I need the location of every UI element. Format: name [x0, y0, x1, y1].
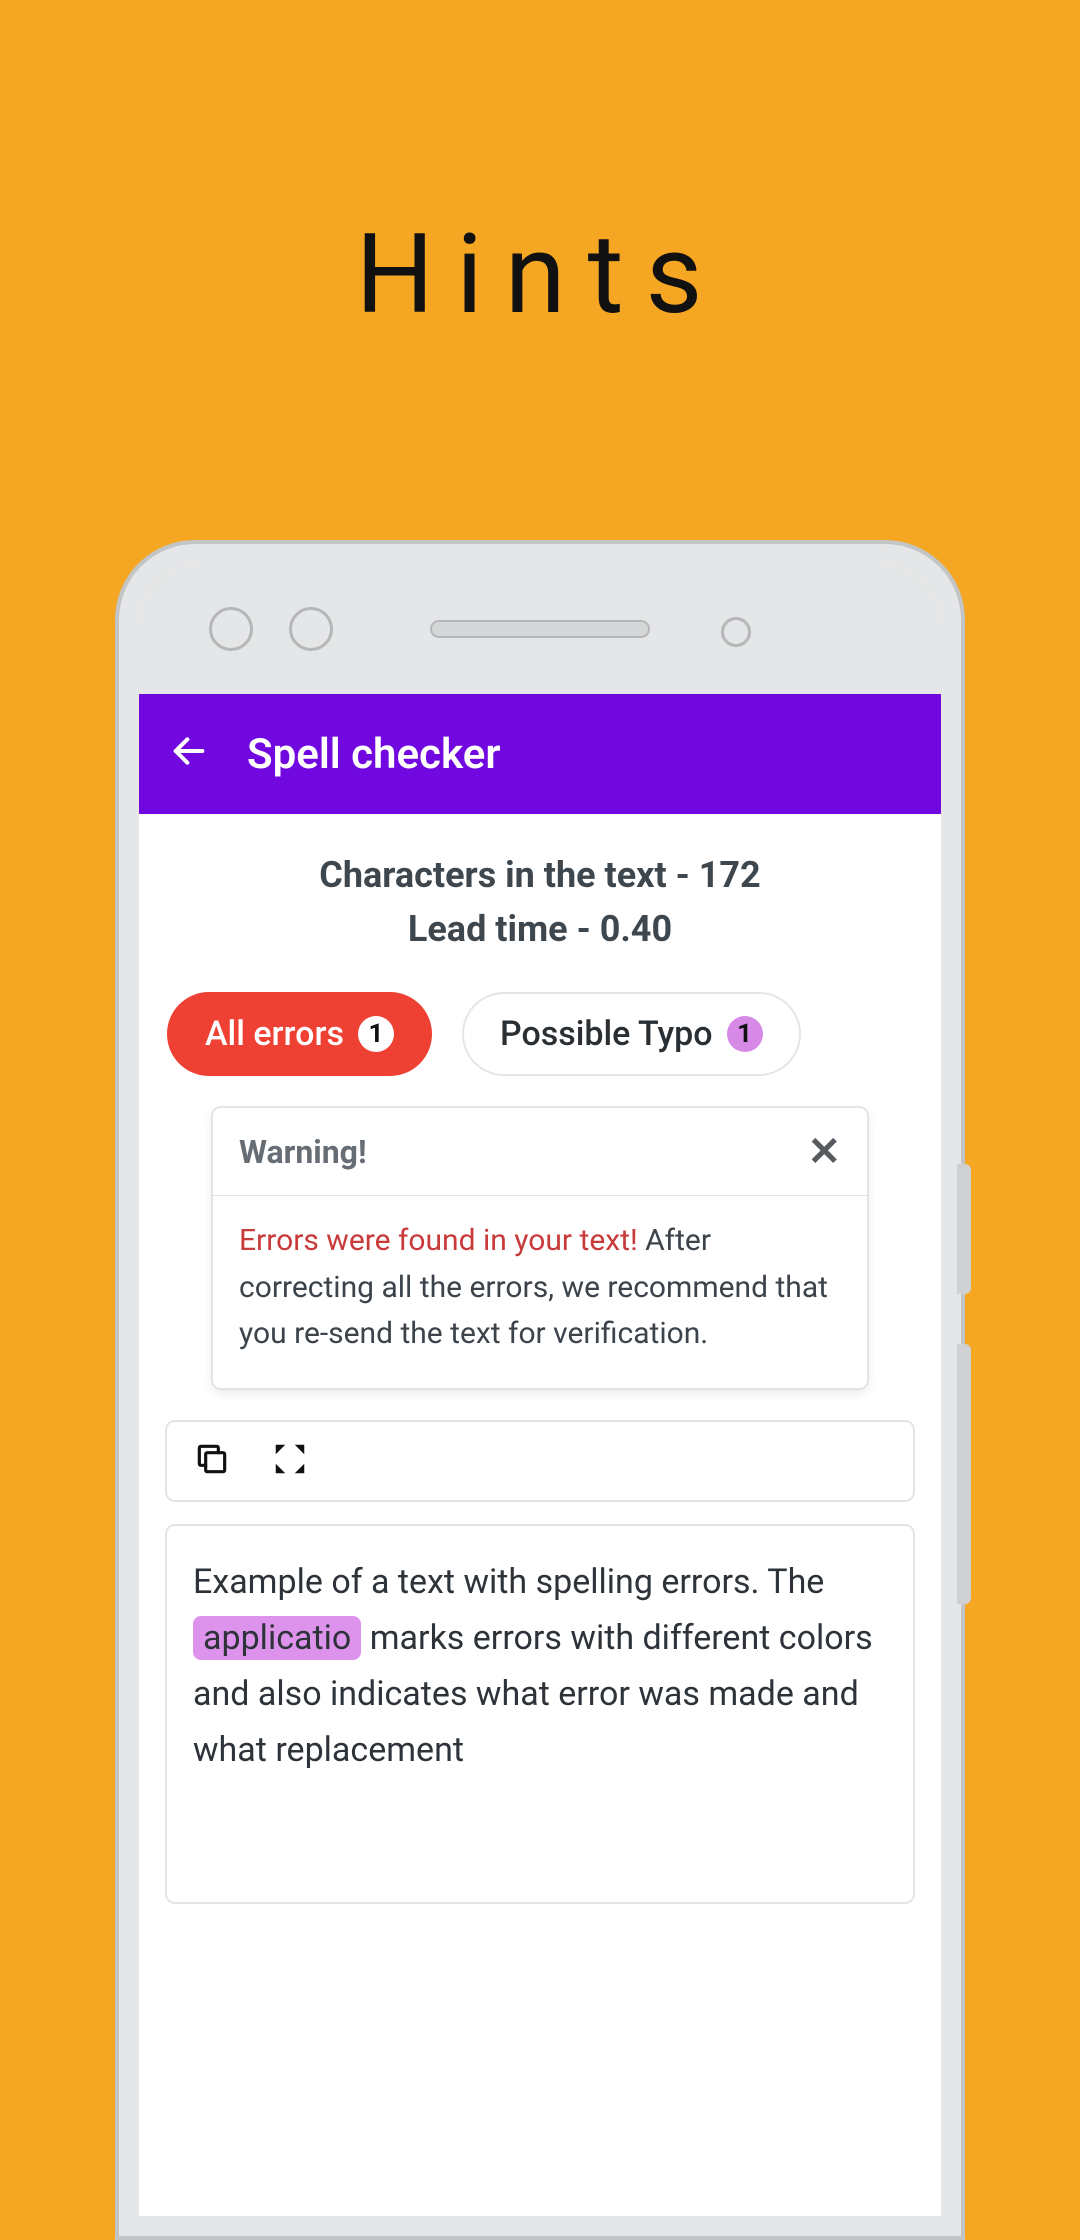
stats-block: Characters in the text - 172 Lead time -… — [139, 814, 941, 984]
error-highlight[interactable]: applicatio — [193, 1616, 361, 1660]
app-title: Spell checker — [247, 730, 500, 779]
warning-title: Warning! — [239, 1133, 367, 1171]
app-screen: Spell checker Characters in the text - 1… — [139, 694, 941, 2216]
sensor-icon — [721, 617, 751, 647]
hw-side-button — [957, 1164, 971, 1294]
filter-label: All errors — [205, 1014, 344, 1054]
filter-pills: All errors 1 Possible Typo 1 — [139, 984, 941, 1106]
camera-icon — [289, 607, 333, 651]
warning-body: Errors were found in your text! After co… — [213, 1196, 867, 1388]
warning-lead-text: Errors were found in your text! — [239, 1223, 638, 1258]
expand-icon[interactable] — [271, 1440, 309, 1482]
text-preview[interactable]: Example of a text with spelling errors. … — [165, 1524, 915, 1904]
text-toolbar — [165, 1420, 915, 1502]
phone-frame: Spell checker Characters in the text - 1… — [115, 540, 965, 2240]
warning-card: Warning! ✕ Errors were found in your tex… — [211, 1106, 869, 1390]
text-pre: Example of a text with spelling errors. … — [193, 1562, 824, 1602]
filter-count-badge: 1 — [358, 1016, 394, 1052]
speaker-grille — [430, 620, 650, 638]
hw-side-button — [957, 1344, 971, 1604]
char-count-label: Characters in the text - 172 — [159, 848, 921, 902]
camera-icon — [209, 607, 253, 651]
warning-header: Warning! ✕ — [213, 1108, 867, 1196]
filter-count-badge: 1 — [727, 1016, 763, 1052]
app-bar: Spell checker — [139, 694, 941, 814]
phone-inner: Spell checker Characters in the text - 1… — [139, 564, 941, 2216]
back-arrow-icon[interactable] — [169, 731, 209, 778]
filter-all-errors[interactable]: All errors 1 — [167, 992, 432, 1076]
filter-label: Possible Typo — [500, 1014, 713, 1054]
lead-time-label: Lead time - 0.40 — [159, 902, 921, 956]
filter-possible-typo[interactable]: Possible Typo 1 — [462, 992, 801, 1076]
close-icon[interactable]: ✕ — [807, 1128, 841, 1175]
phone-top-hardware — [139, 564, 941, 694]
promo-title: Hints — [0, 0, 1080, 339]
copy-icon[interactable] — [193, 1440, 231, 1482]
